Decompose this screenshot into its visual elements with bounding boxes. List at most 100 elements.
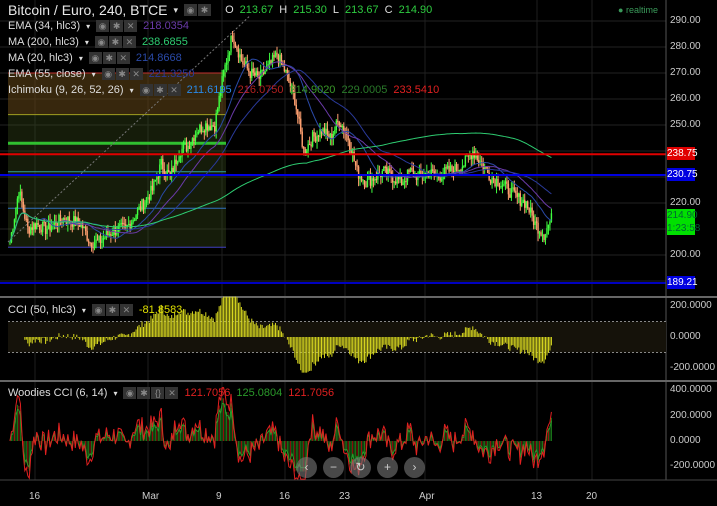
candle-body bbox=[298, 116, 300, 119]
eye-icon[interactable]: ◉ bbox=[139, 84, 153, 96]
eye-icon[interactable]: ◉ bbox=[88, 52, 102, 64]
candle-body bbox=[89, 242, 91, 244]
gear-icon[interactable]: ✱ bbox=[115, 68, 129, 80]
candle-body bbox=[216, 108, 219, 114]
eye-icon[interactable]: ◉ bbox=[101, 68, 115, 80]
cci-buttons[interactable]: ◉ ✱ ✕ bbox=[91, 304, 133, 316]
candle-body bbox=[224, 64, 226, 71]
candle-body bbox=[405, 181, 407, 183]
close-value: 214.90 bbox=[398, 4, 433, 16]
candle-body bbox=[175, 159, 177, 164]
candle-body bbox=[185, 143, 188, 152]
candle-body bbox=[516, 193, 518, 197]
gear-icon[interactable]: ✱ bbox=[108, 36, 122, 48]
candle-body bbox=[295, 104, 297, 110]
indicator-label[interactable]: MA (200, hlc3) bbox=[8, 36, 79, 48]
candle-body bbox=[230, 35, 232, 53]
candle-body bbox=[67, 216, 69, 224]
candle-body bbox=[273, 54, 275, 58]
candle-body bbox=[248, 68, 250, 72]
close-icon[interactable]: ✕ bbox=[124, 20, 138, 32]
eye-icon[interactable]: ◉ bbox=[91, 304, 105, 316]
zoom-out-button[interactable]: − bbox=[323, 457, 344, 478]
candle-body bbox=[313, 132, 315, 137]
candle-body bbox=[369, 175, 372, 186]
candle-body bbox=[176, 161, 179, 164]
candle-body bbox=[142, 199, 145, 210]
candle-body bbox=[549, 221, 551, 225]
indicator-buttons[interactable]: ◉ ✱ ✕ bbox=[96, 20, 138, 32]
candle-body bbox=[125, 224, 127, 226]
indicator-label[interactable]: EMA (55, close) bbox=[8, 68, 86, 80]
woodies-label[interactable]: Woodies CCI (6, 14) bbox=[8, 387, 107, 399]
candle-body bbox=[95, 239, 97, 244]
price-tick-label: 250.00 bbox=[670, 119, 701, 130]
gear-icon[interactable]: ✱ bbox=[198, 4, 212, 16]
indicator-buttons[interactable]: ◉ ✱ ✕ bbox=[94, 36, 136, 48]
indicator-value: 238.6855 bbox=[141, 36, 188, 48]
gear-icon[interactable]: ✱ bbox=[110, 20, 124, 32]
gear-icon[interactable]: ✱ bbox=[105, 304, 119, 316]
candle-body bbox=[443, 167, 446, 176]
indicator-buttons[interactable]: ◉ ✱ ✕ bbox=[139, 84, 181, 96]
symbol-buttons[interactable]: ◉ ✱ bbox=[184, 4, 212, 16]
close-icon[interactable]: ✕ bbox=[167, 84, 181, 96]
candle-body bbox=[199, 124, 201, 132]
candle-body bbox=[19, 191, 22, 196]
indicator-buttons[interactable]: ◉ ✱ ✕ bbox=[101, 68, 143, 80]
candle-body bbox=[464, 155, 467, 166]
candle-body bbox=[190, 143, 192, 150]
indicator-label[interactable]: Ichimoku (9, 26, 52, 26) bbox=[8, 84, 124, 96]
candle-body bbox=[101, 240, 103, 243]
close-icon[interactable]: ✕ bbox=[122, 36, 136, 48]
eye-icon[interactable]: ◉ bbox=[96, 20, 110, 32]
gear-icon[interactable]: ✱ bbox=[102, 52, 116, 64]
candle-body bbox=[319, 129, 321, 137]
candle-body bbox=[261, 69, 263, 71]
cci-legend: CCI (50, hlc3) ▾ ◉ ✱ ✕ -81.8583 bbox=[8, 304, 183, 316]
symbol-title[interactable]: Bitcoin / Euro, 240, BTCE bbox=[8, 2, 168, 18]
scroll-left-button[interactable]: ‹ bbox=[296, 457, 317, 478]
cci-tick-label: 200.0000 bbox=[670, 300, 712, 311]
eye-icon[interactable]: ◉ bbox=[123, 387, 137, 399]
braces-icon[interactable]: {} bbox=[151, 387, 165, 399]
eye-icon[interactable]: ◉ bbox=[184, 4, 198, 16]
gear-icon[interactable]: ✱ bbox=[137, 387, 151, 399]
candle-body bbox=[90, 242, 93, 248]
reset-button[interactable]: ↻ bbox=[350, 457, 371, 478]
candle-body bbox=[9, 242, 11, 244]
candle-body bbox=[403, 181, 406, 183]
close-icon[interactable]: ✕ bbox=[119, 304, 133, 316]
cci-value: -81.8583 bbox=[138, 304, 183, 316]
indicator-label[interactable]: MA (20, hlc3) bbox=[8, 52, 73, 64]
candle-body bbox=[83, 226, 85, 229]
indicator-value: 218.0354 bbox=[143, 20, 190, 32]
candle-body bbox=[467, 155, 470, 157]
close-icon[interactable]: ✕ bbox=[129, 68, 143, 80]
price-tick-label: 220.00 bbox=[670, 197, 701, 208]
scroll-right-button[interactable]: › bbox=[404, 457, 425, 478]
zoom-in-button[interactable]: + bbox=[377, 457, 398, 478]
candle-body bbox=[411, 168, 413, 170]
close-label: C bbox=[384, 4, 393, 16]
close-icon[interactable]: ✕ bbox=[165, 387, 179, 399]
candle-body bbox=[430, 169, 432, 175]
candle-body bbox=[546, 228, 548, 235]
indicator-legend: MA (200, hlc3) ▾ ◉ ✱ ✕ 238.6855 bbox=[8, 36, 188, 48]
indicator-buttons[interactable]: ◉ ✱ ✕ bbox=[88, 52, 130, 64]
gear-icon[interactable]: ✱ bbox=[153, 84, 167, 96]
candle-body bbox=[485, 167, 487, 169]
candle-body bbox=[81, 222, 84, 229]
cci-label[interactable]: CCI (50, hlc3) bbox=[8, 304, 76, 316]
woodies-buttons[interactable]: ◉ ✱{} ✕ bbox=[123, 387, 179, 399]
price-tick-label: 270.00 bbox=[670, 67, 701, 78]
woodies-value-2: 125.0804 bbox=[236, 387, 283, 399]
eye-icon[interactable]: ◉ bbox=[94, 36, 108, 48]
candle-body bbox=[457, 170, 459, 172]
close-icon[interactable]: ✕ bbox=[116, 52, 130, 64]
candle-body bbox=[475, 155, 477, 158]
candle-body bbox=[396, 176, 398, 184]
indicator-label[interactable]: EMA (34, hlc3) bbox=[8, 20, 80, 32]
candle-body bbox=[494, 179, 496, 187]
candle-body bbox=[239, 54, 241, 58]
